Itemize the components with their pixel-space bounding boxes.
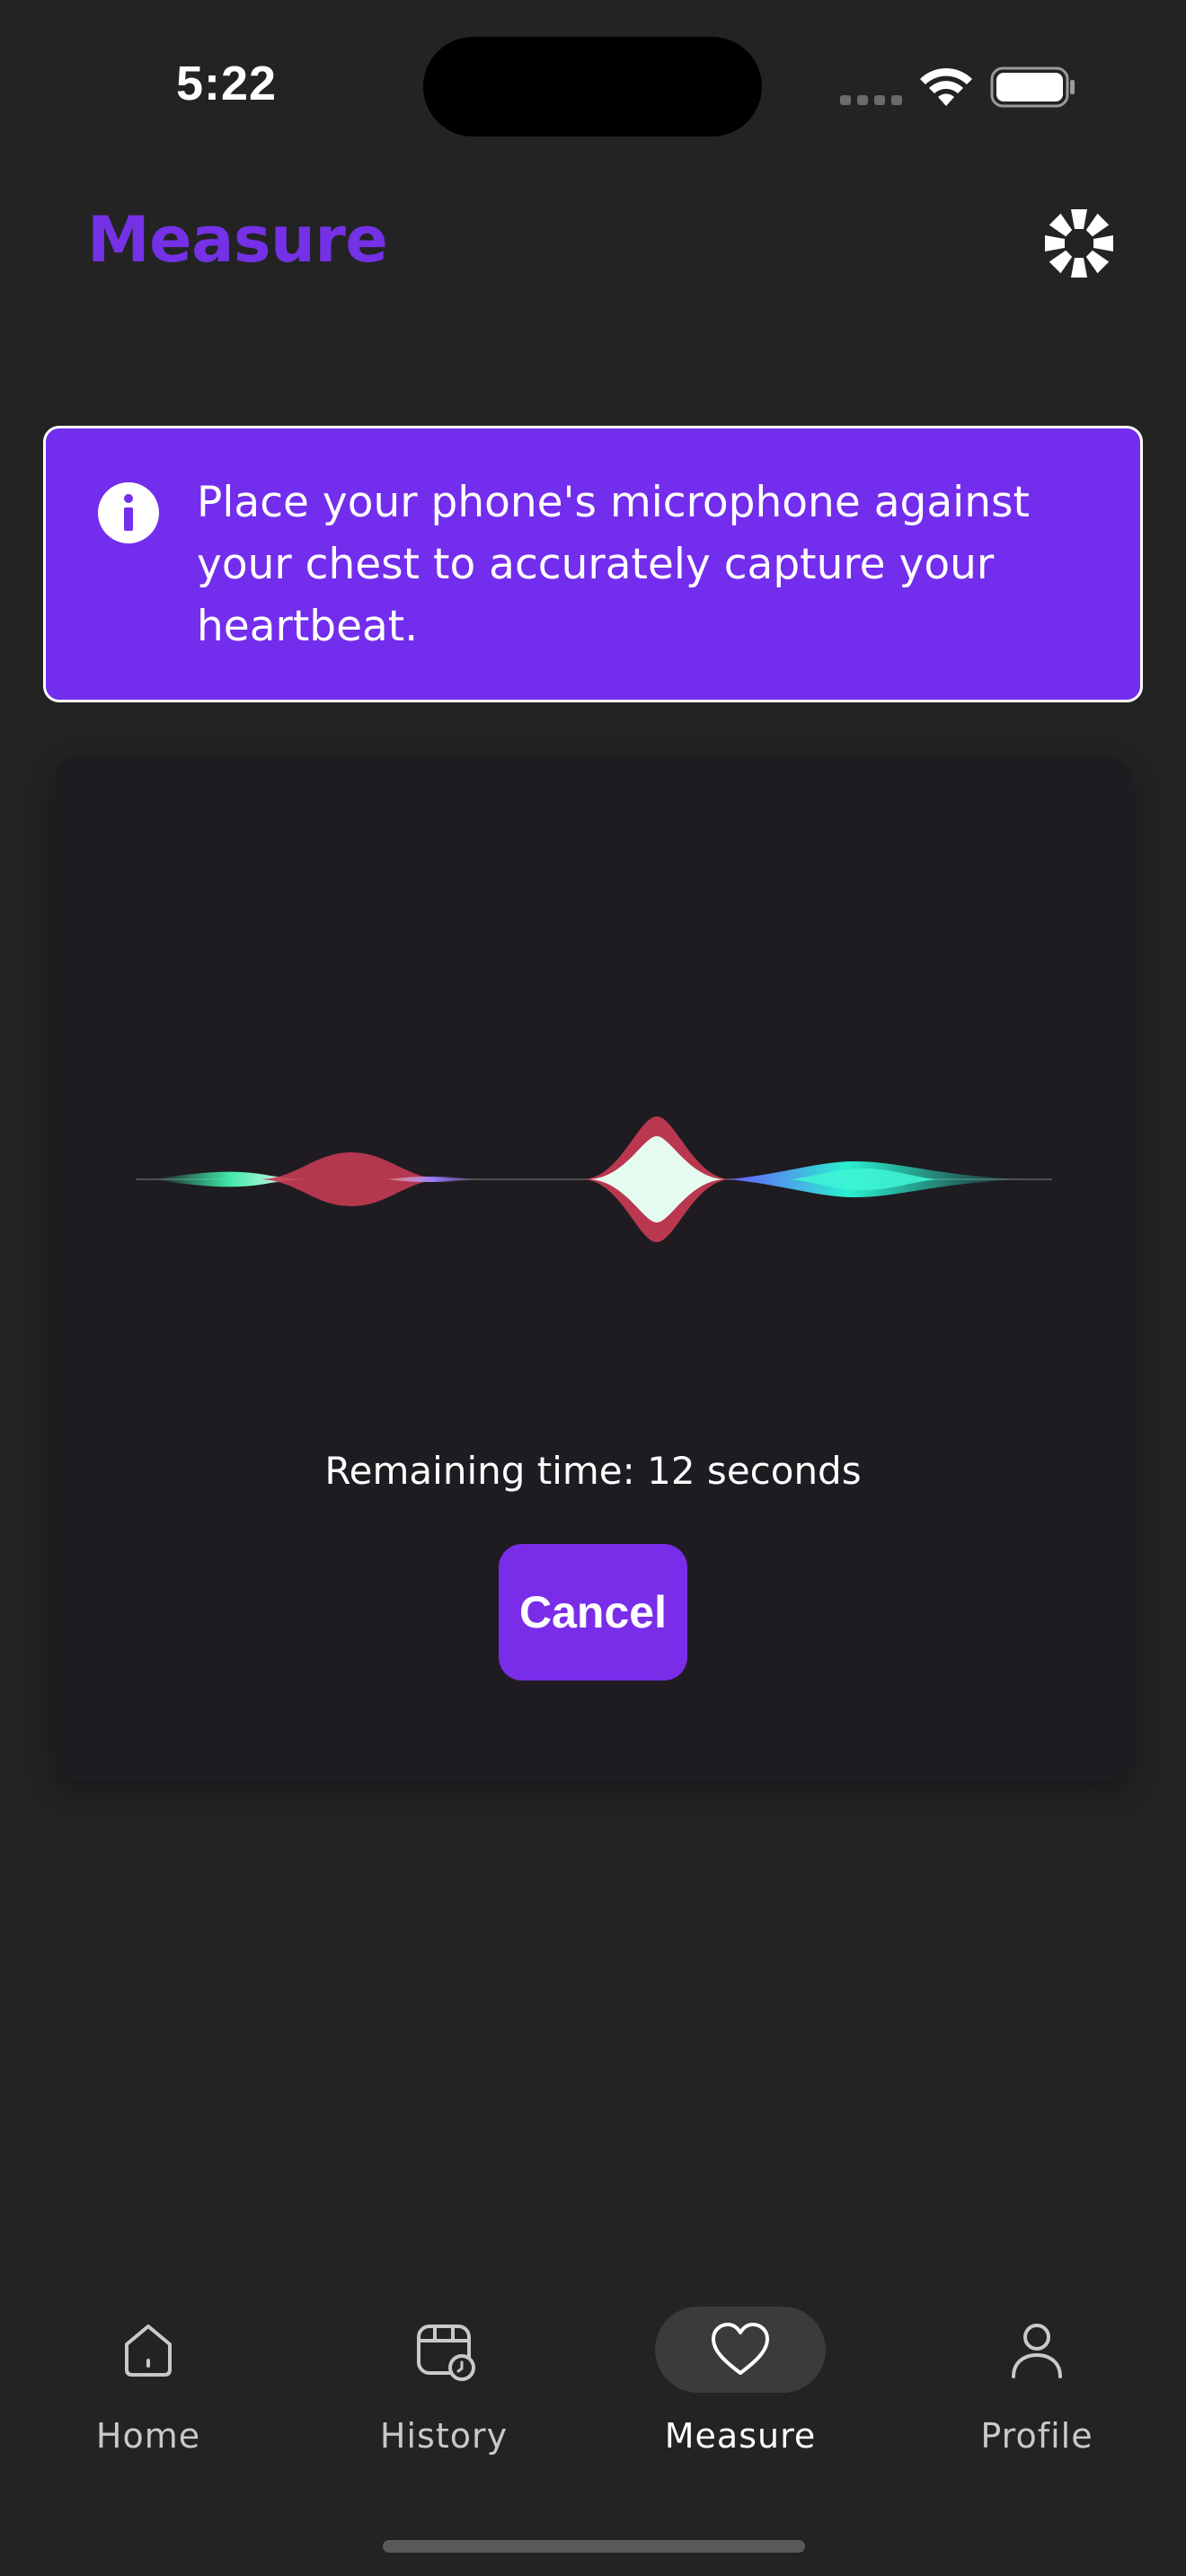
nav-icon-container bbox=[951, 2307, 1122, 2393]
nav-item-measure[interactable]: Measure bbox=[624, 2281, 857, 2461]
nav-item-home[interactable]: Home bbox=[31, 2281, 265, 2461]
page-title: Measure bbox=[87, 203, 388, 277]
nav-icon-container bbox=[655, 2307, 826, 2393]
measurement-card: Remaining time: 12 seconds Cancel bbox=[55, 757, 1131, 1781]
nav-label-history: History bbox=[379, 2416, 509, 2456]
nav-item-history[interactable]: History bbox=[327, 2281, 561, 2461]
nav-label-measure: Measure bbox=[664, 2416, 817, 2456]
info-icon bbox=[98, 482, 159, 543]
nav-icon-container bbox=[358, 2307, 529, 2393]
cellular-signal-icon bbox=[840, 95, 902, 105]
battery-icon bbox=[990, 66, 1075, 108]
cancel-button[interactable]: Cancel bbox=[499, 1544, 687, 1681]
nav-item-profile[interactable]: Profile bbox=[920, 2281, 1154, 2461]
dynamic-island bbox=[423, 37, 762, 137]
home-icon bbox=[125, 2325, 172, 2377]
heart-icon bbox=[712, 2323, 769, 2375]
status-time: 5:22 bbox=[176, 57, 278, 110]
home-indicator[interactable] bbox=[383, 2540, 805, 2553]
info-banner: Place your phone's microphone against yo… bbox=[43, 426, 1143, 702]
nav-label-home: Home bbox=[95, 2416, 201, 2456]
bottom-navigation: Home History Measure Profile bbox=[0, 2281, 1186, 2461]
user-icon bbox=[1012, 2324, 1062, 2378]
calendar-clock-icon bbox=[417, 2325, 475, 2381]
info-banner-text: Place your phone's microphone against yo… bbox=[197, 478, 1030, 651]
nav-label-profile: Profile bbox=[980, 2416, 1093, 2456]
remaining-time-text: Remaining time: 12 seconds bbox=[324, 1449, 862, 1493]
loading-spinner-icon[interactable] bbox=[1042, 207, 1116, 280]
status-bar: 5:22 bbox=[0, 0, 1186, 171]
wifi-icon bbox=[920, 67, 972, 106]
nav-icon-container bbox=[63, 2307, 234, 2393]
audio-waveform bbox=[136, 1116, 1052, 1242]
